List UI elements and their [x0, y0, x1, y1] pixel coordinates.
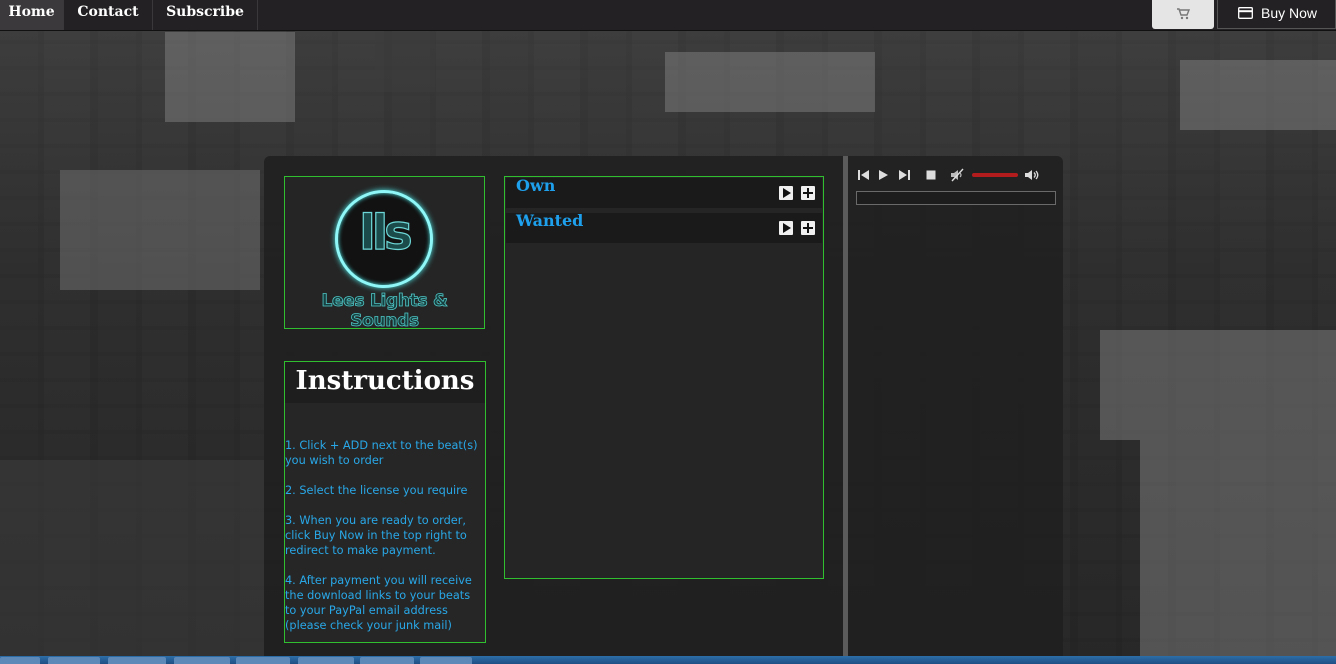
start-button[interactable]	[0, 657, 40, 664]
taskbar-item[interactable]	[360, 657, 414, 664]
logo-box: lls Lees Lights & Sounds	[284, 176, 485, 332]
instructions-box: Instructions 1. Click + ADD next to the …	[284, 361, 486, 643]
background-building	[0, 460, 264, 656]
play-icon[interactable]	[876, 168, 890, 182]
add-icon[interactable]	[801, 221, 815, 235]
logo-emblem: lls	[335, 190, 433, 288]
track-title: Own	[516, 176, 556, 195]
instructions-body: 1. Click + ADD next to the beat(s) you w…	[285, 438, 481, 648]
background-building	[375, 32, 435, 92]
playback-progress-bar[interactable]	[856, 191, 1056, 205]
panel-divider	[843, 156, 848, 664]
background-building	[665, 52, 875, 112]
instruction-step: 1. Click + ADD next to the beat(s) you w…	[285, 439, 478, 467]
stop-icon[interactable]	[924, 168, 938, 182]
next-icon[interactable]	[897, 168, 911, 182]
background-building	[1100, 330, 1336, 440]
nav-subscribe[interactable]: Subscribe	[153, 0, 258, 30]
track-row-own[interactable]: Own	[506, 176, 822, 208]
instruction-step: 2. Select the license you require	[285, 484, 468, 497]
cart-icon	[1177, 8, 1190, 20]
credit-card-icon	[1238, 7, 1253, 19]
previous-icon[interactable]	[857, 168, 871, 182]
play-icon[interactable]	[779, 186, 793, 200]
taskbar-item[interactable]	[48, 657, 100, 664]
taskbar-item[interactable]	[420, 657, 472, 664]
instruction-step: 4. After payment you will receive the do…	[285, 574, 472, 632]
nav-home[interactable]: Home	[0, 0, 64, 30]
background-building	[165, 32, 295, 122]
instructions-title: Instructions	[295, 366, 475, 396]
track-row-wanted[interactable]: Wanted	[506, 211, 822, 243]
taskbar-item[interactable]	[174, 657, 230, 664]
buy-now-label: Buy Now	[1261, 5, 1318, 21]
mute-icon[interactable]	[950, 168, 966, 182]
volume-icon[interactable]	[1024, 168, 1040, 182]
track-title: Wanted	[516, 211, 584, 230]
taskbar-item[interactable]	[108, 657, 166, 664]
play-icon[interactable]	[779, 221, 793, 235]
top-navigation-bar: Home Contact Subscribe Buy Now	[0, 0, 1336, 31]
nav-contact[interactable]: Contact	[64, 0, 153, 30]
logo-text: Lees Lights & Sounds	[321, 291, 448, 332]
logo-monogram: lls	[359, 204, 414, 261]
cart-button[interactable]	[1152, 0, 1214, 29]
track-list: Own Wanted	[504, 176, 824, 579]
instruction-step: 3. When you are ready to order, click Bu…	[285, 514, 467, 557]
buy-now-button[interactable]: Buy Now	[1217, 0, 1336, 29]
add-icon[interactable]	[801, 186, 815, 200]
background-building	[1180, 60, 1336, 130]
instructions-header: Instructions	[285, 362, 485, 403]
background-building	[1140, 440, 1336, 656]
taskbar-item[interactable]	[298, 657, 354, 664]
taskbar-item[interactable]	[236, 657, 290, 664]
background-building	[60, 170, 260, 290]
volume-slider[interactable]	[972, 173, 1018, 177]
